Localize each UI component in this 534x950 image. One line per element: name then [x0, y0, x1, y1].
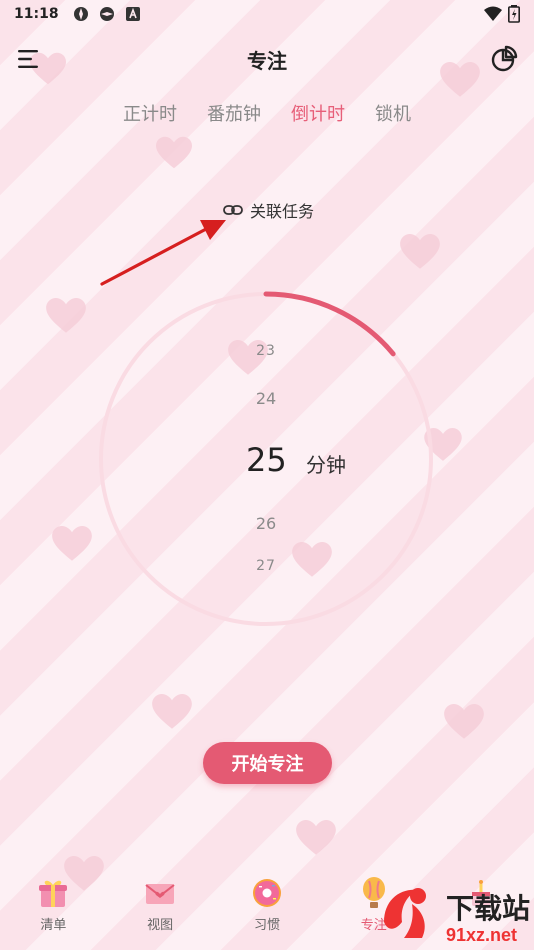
start-focus-button[interactable]: 开始专注 — [203, 742, 332, 784]
app-header: 专注 — [0, 40, 534, 78]
nav-label: 视图 — [147, 918, 174, 933]
tab-count-up[interactable]: 正计时 — [123, 100, 177, 126]
menu-icon — [18, 50, 38, 68]
picker-value[interactable]: 26 — [98, 514, 434, 533]
a-icon — [125, 7, 140, 21]
watermark-logo-icon — [383, 888, 426, 938]
tab-countdown[interactable]: 倒计时 — [291, 100, 345, 126]
envelope-icon — [145, 884, 175, 904]
status-right — [484, 5, 520, 23]
status-time: 11:18 — [14, 6, 59, 22]
menu-button[interactable] — [16, 46, 42, 72]
nav-label: 习惯 — [253, 918, 280, 933]
heart-icon — [46, 298, 86, 334]
battery-icon — [508, 5, 520, 23]
nav-item-view[interactable]: 视图 — [120, 876, 200, 933]
heart-icon — [400, 234, 440, 270]
heart-icon — [52, 526, 92, 562]
picker-selected-value[interactable]: 25 — [246, 441, 287, 479]
watermark: 下载站 91xz.net — [354, 876, 534, 950]
picker-value[interactable]: 23 — [98, 343, 434, 359]
heart-icon — [296, 820, 336, 856]
picker-unit: 分钟 — [306, 453, 346, 477]
heart-icon — [444, 704, 484, 740]
nav-label: 清单 — [40, 918, 67, 933]
picker-value[interactable]: 27 — [98, 558, 434, 574]
countdown-dial: 23 24 25 分钟 26 27 — [98, 291, 434, 627]
nav-item-list[interactable]: 清单 — [13, 876, 93, 933]
stats-button[interactable] — [490, 45, 518, 73]
donut-icon — [252, 879, 281, 907]
nav-item-habit[interactable]: 习惯 — [227, 876, 307, 933]
app-icon — [99, 7, 114, 21]
heart-icon — [152, 694, 192, 730]
watermark-url: 91xz.net — [445, 925, 518, 945]
heart-icon — [156, 136, 192, 170]
page-title: 专注 — [247, 48, 287, 73]
watermark-text: 下载站 91xz.net — [446, 893, 530, 946]
link-task-label: 关联任务 — [250, 202, 315, 221]
tab-lock[interactable]: 锁机 — [375, 100, 411, 126]
tab-pomodoro[interactable]: 番茄钟 — [207, 100, 261, 126]
picker-value[interactable]: 24 — [98, 389, 434, 408]
pie-chart-icon — [491, 45, 518, 72]
annotation-arrow — [100, 220, 226, 286]
status-bar: 11:18 — [0, 0, 534, 28]
wifi-icon — [484, 6, 502, 21]
app-icon — [73, 7, 88, 21]
gift-icon — [39, 880, 68, 907]
watermark-name: 下载站 — [445, 892, 530, 925]
mode-tabs: 正计时 番茄钟 倒计时 锁机 — [0, 100, 534, 126]
